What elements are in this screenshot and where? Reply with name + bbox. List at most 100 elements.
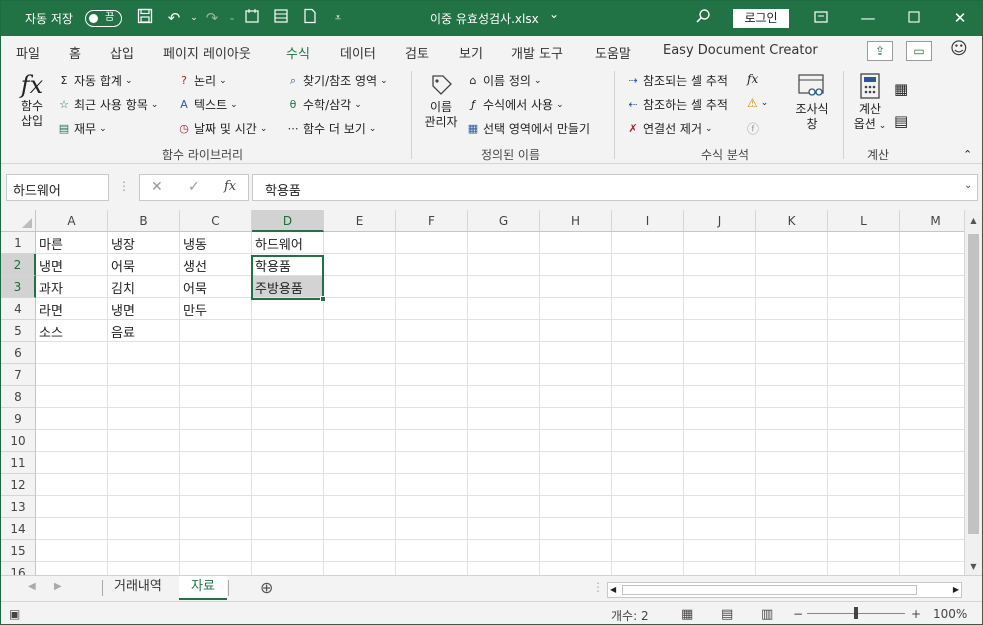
cell-d5[interactable] [252, 320, 324, 342]
horizontal-scrollbar[interactable]: ◀ ▶ [607, 582, 962, 598]
cell-e15[interactable] [324, 540, 396, 562]
cell-i5[interactable] [612, 320, 684, 342]
page-layout-view-icon[interactable]: ▤ [721, 607, 733, 622]
cell-l7[interactable] [828, 364, 900, 386]
cell-i11[interactable] [612, 452, 684, 474]
add-sheet-icon[interactable]: ⊕ [260, 578, 273, 597]
cell-k4[interactable] [756, 298, 828, 320]
new-sheet-icon[interactable] [242, 8, 262, 28]
column-header-i[interactable]: I [612, 210, 684, 232]
insert-function-icon[interactable]: fx [224, 179, 236, 194]
cell-l12[interactable] [828, 474, 900, 496]
ribbon-display-icon[interactable] [811, 8, 831, 28]
cell-f15[interactable] [396, 540, 468, 562]
cell-b15[interactable] [108, 540, 180, 562]
column-header-f[interactable]: F [396, 210, 468, 232]
row-header-9[interactable]: 9 [1, 408, 36, 430]
column-header-h[interactable]: H [540, 210, 612, 232]
cell-g5[interactable] [468, 320, 540, 342]
cell-h6[interactable] [540, 342, 612, 364]
cell-m14[interactable] [900, 518, 972, 540]
vertical-scrollbar[interactable]: ▲ ▼ [964, 210, 982, 575]
financial-button[interactable]: ▤ 재무 ⌄ [57, 120, 107, 137]
show-formulas-icon[interactable]: fx [747, 72, 758, 86]
tab-file[interactable]: 파일 [16, 43, 40, 62]
cell-a5[interactable]: 소스 [36, 320, 108, 342]
cell-l3[interactable] [828, 276, 900, 298]
cell-b14[interactable] [108, 518, 180, 540]
tab-view[interactable]: 보기 [459, 43, 483, 62]
row-header-3[interactable]: 3 [1, 276, 36, 298]
cell-e8[interactable] [324, 386, 396, 408]
cell-m6[interactable] [900, 342, 972, 364]
cell-c11[interactable] [180, 452, 252, 474]
cell-g2[interactable] [468, 254, 540, 276]
tab-data[interactable]: 데이터 [340, 43, 376, 62]
cell-j3[interactable] [684, 276, 756, 298]
cell-i2[interactable] [612, 254, 684, 276]
calculation-options-button[interactable]: 계산 옵션 ⌄ [849, 72, 891, 134]
close-icon[interactable]: ✕ [950, 8, 970, 28]
autosum-button[interactable]: Σ 자동 합계 ⌄ [57, 72, 133, 89]
tab-formulas[interactable]: 수식 [286, 43, 310, 68]
cell-f4[interactable] [396, 298, 468, 320]
lookup-reference-button[interactable]: ⌕ 찾기/참조 영역 ⌄ [286, 72, 388, 89]
cell-d11[interactable] [252, 452, 324, 474]
cell-a10[interactable] [36, 430, 108, 452]
cell-e10[interactable] [324, 430, 396, 452]
cell-i8[interactable] [612, 386, 684, 408]
define-name-button[interactable]: ⌂ 이름 정의 ⌄ [466, 72, 542, 89]
column-header-g[interactable]: G [468, 210, 540, 232]
cell-g3[interactable] [468, 276, 540, 298]
cell-e5[interactable] [324, 320, 396, 342]
share-button[interactable]: ⇪ [867, 41, 893, 61]
maximize-icon[interactable] [904, 8, 924, 28]
cell-f1[interactable] [396, 232, 468, 254]
cell-l14[interactable] [828, 518, 900, 540]
column-header-e[interactable]: E [324, 210, 396, 232]
prev-sheet-icon[interactable]: ◀ [28, 581, 36, 592]
cell-a4[interactable]: 라면 [36, 298, 108, 320]
cell-i12[interactable] [612, 474, 684, 496]
cell-c10[interactable] [180, 430, 252, 452]
form-icon[interactable] [271, 8, 291, 28]
more-functions-button[interactable]: ⋯ 함수 더 보기 ⌄ [286, 120, 377, 137]
cell-l5[interactable] [828, 320, 900, 342]
zoom-slider-knob[interactable] [854, 607, 858, 619]
insert-function-button[interactable]: fx 함수 삽입 [13, 71, 51, 129]
cell-m10[interactable] [900, 430, 972, 452]
undo-dropdown-icon[interactable]: ⌄ [184, 8, 204, 28]
cell-f14[interactable] [396, 518, 468, 540]
cell-k8[interactable] [756, 386, 828, 408]
cell-h14[interactable] [540, 518, 612, 540]
cell-i4[interactable] [612, 298, 684, 320]
recently-used-button[interactable]: ☆ 최근 사용 항목 ⌄ [57, 96, 158, 113]
cell-i7[interactable] [612, 364, 684, 386]
cell-i14[interactable] [612, 518, 684, 540]
cell-k11[interactable] [756, 452, 828, 474]
row-header-6[interactable]: 6 [1, 342, 36, 364]
sheet-tab-data[interactable]: 자료 [179, 576, 227, 600]
evaluate-formula-icon[interactable]: ⓕ [747, 120, 759, 137]
cell-b13[interactable] [108, 496, 180, 518]
redo-icon[interactable]: ↷ [202, 8, 222, 28]
column-header-m[interactable]: M [900, 210, 972, 232]
cell-g1[interactable] [468, 232, 540, 254]
date-time-button[interactable]: ◷ 날짜 및 시간 ⌄ [177, 120, 267, 137]
cell-l2[interactable] [828, 254, 900, 276]
column-header-c[interactable]: C [180, 210, 252, 232]
cell-k13[interactable] [756, 496, 828, 518]
cell-c7[interactable] [180, 364, 252, 386]
row-header-8[interactable]: 8 [1, 386, 36, 408]
cell-k2[interactable] [756, 254, 828, 276]
cell-b8[interactable] [108, 386, 180, 408]
cell-h2[interactable] [540, 254, 612, 276]
cell-h1[interactable] [540, 232, 612, 254]
row-header-4[interactable]: 4 [1, 298, 36, 320]
cell-b7[interactable] [108, 364, 180, 386]
cell-d4[interactable] [252, 298, 324, 320]
tab-page-layout[interactable]: 페이지 레이아웃 [163, 43, 251, 62]
cell-h15[interactable] [540, 540, 612, 562]
cell-c3[interactable]: 어묵 [180, 276, 252, 298]
cell-j12[interactable] [684, 474, 756, 496]
